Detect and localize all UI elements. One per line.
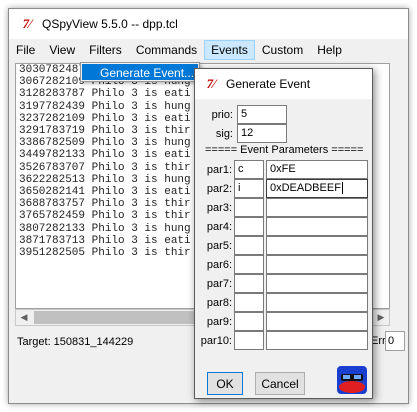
param-label: par10: bbox=[200, 334, 232, 347]
param-label: par2: bbox=[206, 182, 232, 195]
param-type-input[interactable]: c bbox=[234, 160, 264, 179]
dialog-title-bar: 7⁄ Generate Event bbox=[195, 69, 372, 99]
param-row: par3: bbox=[199, 198, 368, 217]
window-title: QSpyView 5.5.0 -- dpp.tcl bbox=[42, 17, 178, 31]
sig-label: sig: bbox=[215, 127, 233, 140]
scroll-right-arrow-icon[interactable]: ▶ bbox=[373, 312, 389, 323]
param-label: par6: bbox=[206, 258, 232, 271]
menu-bar: File View Filters Commands Events Custom… bbox=[9, 39, 408, 61]
param-label: par4: bbox=[206, 220, 232, 233]
menu-filters[interactable]: Filters bbox=[82, 40, 129, 60]
param-label: par5: bbox=[206, 239, 232, 252]
param-row: par1: c 0xFE bbox=[199, 160, 368, 179]
param-type-input[interactable] bbox=[234, 255, 264, 274]
param-type-input[interactable] bbox=[234, 274, 264, 293]
param-type-input[interactable] bbox=[234, 236, 264, 255]
param-row: par4: bbox=[199, 217, 368, 236]
status-target: Target: 150831_144229 bbox=[17, 336, 134, 348]
dialog-title: Generate Event bbox=[226, 77, 311, 91]
menu-help[interactable]: Help bbox=[310, 40, 349, 60]
tk-logo-icon: 7⁄ bbox=[22, 16, 32, 31]
param-row: par9: bbox=[199, 312, 368, 331]
param-value-input[interactable] bbox=[266, 293, 368, 312]
param-type-input[interactable] bbox=[234, 331, 264, 350]
event-parameters-header: ===== Event Parameters ===== bbox=[205, 144, 364, 156]
param-label: par3: bbox=[206, 201, 232, 214]
param-row: par6: bbox=[199, 255, 368, 274]
param-value-input[interactable] bbox=[266, 312, 368, 331]
param-label: par1: bbox=[206, 163, 232, 176]
scroll-left-arrow-icon[interactable]: ◀ bbox=[16, 312, 32, 323]
param-type-input[interactable] bbox=[234, 293, 264, 312]
param-label: par8: bbox=[206, 296, 232, 309]
menu-events[interactable]: Events bbox=[204, 40, 255, 60]
prio-input[interactable]: 5 bbox=[237, 105, 287, 124]
param-value-input[interactable] bbox=[266, 331, 368, 350]
param-row: par10: bbox=[199, 331, 368, 350]
param-value-input[interactable] bbox=[266, 217, 368, 236]
menu-custom[interactable]: Custom bbox=[255, 40, 310, 60]
param-type-input[interactable] bbox=[234, 217, 264, 236]
menu-commands[interactable]: Commands bbox=[129, 40, 204, 60]
ok-button[interactable]: OK bbox=[207, 372, 243, 395]
sig-input[interactable]: 12 bbox=[237, 124, 287, 143]
menu-file[interactable]: File bbox=[9, 40, 42, 60]
param-value-input[interactable]: 0xDEADBEEF bbox=[266, 179, 368, 198]
param-value-input[interactable] bbox=[266, 198, 368, 217]
text-caret bbox=[341, 182, 343, 195]
qspy-mascot-icon bbox=[337, 366, 367, 394]
generate-event-dialog: 7⁄ Generate Event prio: 5 sig: 12 ===== … bbox=[194, 68, 373, 399]
param-type-input[interactable]: i bbox=[234, 179, 264, 198]
param-label: par7: bbox=[206, 277, 232, 290]
events-dropdown-menu: Generate Event... bbox=[80, 62, 200, 82]
param-label: par9: bbox=[206, 315, 232, 328]
param-value-input[interactable] bbox=[266, 274, 368, 293]
param-value-input[interactable]: 0xFE bbox=[266, 160, 368, 179]
param-row: par2: i 0xDEADBEEF bbox=[199, 179, 368, 198]
err-label: Err bbox=[371, 335, 386, 347]
menu-view[interactable]: View bbox=[42, 40, 82, 60]
param-row: par5: bbox=[199, 236, 368, 255]
param-row: par7: bbox=[199, 274, 368, 293]
cancel-button[interactable]: Cancel bbox=[255, 372, 305, 395]
param-value-input[interactable] bbox=[266, 236, 368, 255]
title-bar: 7⁄ QSpyView 5.5.0 -- dpp.tcl bbox=[9, 9, 408, 39]
tk-logo-icon: 7⁄ bbox=[206, 76, 216, 91]
param-value-input[interactable] bbox=[266, 255, 368, 274]
prio-label: prio: bbox=[211, 108, 233, 121]
param-type-input[interactable] bbox=[234, 198, 264, 217]
err-value: 0 bbox=[385, 331, 405, 351]
param-row: par8: bbox=[199, 293, 368, 312]
param-type-input[interactable] bbox=[234, 312, 264, 331]
menu-item-generate-event[interactable]: Generate Event... bbox=[82, 64, 198, 80]
